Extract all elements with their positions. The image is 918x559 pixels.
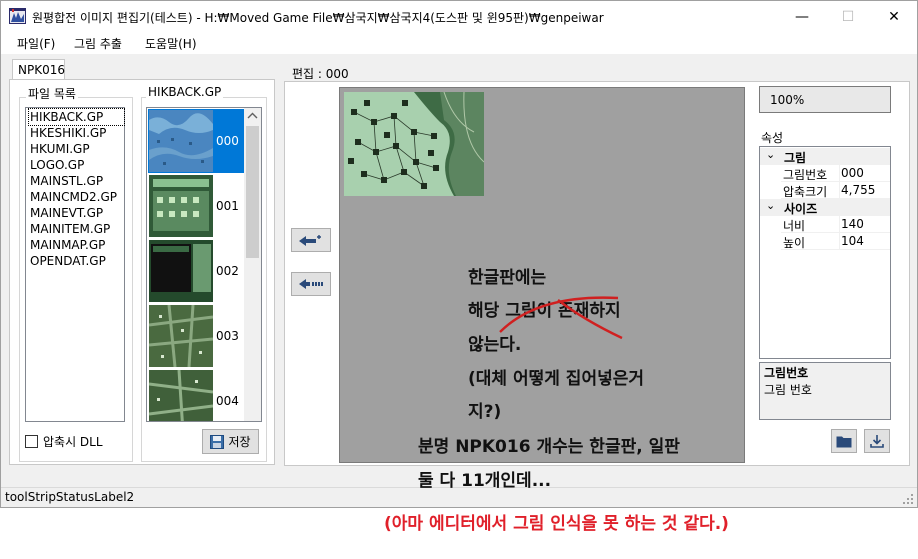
compress-dll-checkbox[interactable] — [25, 435, 38, 448]
thumbnail-scrollbar[interactable] — [244, 108, 261, 421]
list-item[interactable]: OPENDAT.GP — [29, 253, 124, 269]
list-item[interactable]: HKUMI.GP — [29, 141, 124, 157]
arrow-left-plus-icon — [299, 235, 321, 246]
property-row[interactable]: 그림번호 000 — [760, 165, 890, 182]
scroll-up-icon[interactable] — [247, 112, 258, 120]
thumbnail-item[interactable]: 001 — [148, 174, 245, 238]
menu-help[interactable]: 도움말(H) — [145, 35, 197, 52]
thumbnail-list[interactable]: 000 001 002 003 004 — [146, 107, 262, 422]
zoom-display[interactable]: 100% — [759, 86, 891, 113]
save-button[interactable]: 저장 — [202, 429, 259, 454]
property-divider — [839, 182, 840, 199]
annotation-line: 지?) — [468, 402, 502, 422]
property-divider — [839, 216, 840, 233]
property-value: 140 — [841, 217, 864, 231]
list-item[interactable]: MAINCMD2.GP — [29, 189, 124, 205]
thumbnail-group-label: HIKBACK.GP — [146, 85, 224, 99]
property-divider — [839, 233, 840, 250]
collapse-icon[interactable]: ⌄ — [766, 199, 775, 212]
annotation-note: (아마 에디터에서 그림 인식을 못 하는 것 같다.) — [384, 514, 729, 534]
maximize-button[interactable]: ☐ — [825, 1, 871, 32]
thumbnail-number: 001 — [216, 199, 239, 213]
thumbnail-item[interactable]: 004 — [148, 369, 245, 421]
download-icon — [870, 435, 884, 448]
thumbnail-item[interactable]: 002 — [148, 239, 245, 303]
property-grid[interactable]: ⌄ 그림 그림번호 000 압축크기 4,755 ⌄ 사이즈 너비 140 높이 — [759, 146, 891, 359]
property-row[interactable]: 압축크기 4,755 — [760, 182, 890, 199]
import-image-button[interactable] — [291, 228, 331, 252]
compress-dll-label: 압축시 DLL — [43, 435, 103, 449]
compress-dll-option[interactable]: 압축시 DLL — [25, 433, 103, 450]
title-bar[interactable]: 원평합전 이미지 편집기(테스트) - H:₩Moved Game File₩삼… — [1, 1, 917, 32]
collapse-icon[interactable]: ⌄ — [766, 148, 775, 161]
annotation-line: 분명 NPK016 개수는 한글판, 일판 — [418, 437, 680, 457]
resize-grip-icon[interactable] — [902, 493, 914, 505]
thumbnail-image — [149, 240, 213, 302]
thumbnail-item[interactable]: 000 — [148, 109, 245, 173]
close-button[interactable]: ✕ — [871, 1, 917, 32]
thumbnail-item[interactable]: 003 — [148, 304, 245, 368]
status-label: toolStripStatusLabel2 — [5, 490, 135, 504]
property-description: 그림번호 그림 번호 — [759, 362, 891, 420]
property-value: 000 — [841, 166, 864, 180]
thumbnail-image — [149, 175, 213, 237]
list-item[interactable]: MAINMAP.GP — [29, 237, 124, 253]
file-list-label: 파일 목록 — [26, 85, 78, 102]
thumbnail-number: 002 — [216, 264, 239, 278]
minimize-button[interactable]: — — [779, 1, 825, 32]
file-list[interactable]: HIKBACK.GP HKESHIKI.GP HKUMI.GP LOGO.GP … — [25, 107, 125, 422]
list-item[interactable]: LOGO.GP — [29, 157, 124, 173]
export-image-button[interactable] — [291, 272, 331, 296]
menu-file[interactable]: 파일(F) — [17, 35, 55, 52]
property-category-label: 그림 — [784, 151, 807, 165]
annotation-line: (대체 어떻게 집어넣은거 — [468, 369, 645, 389]
property-category-image[interactable]: ⌄ 그림 — [760, 148, 890, 165]
property-divider — [839, 165, 840, 182]
properties-label: 속성 — [761, 131, 784, 145]
description-text: 그림 번호 — [764, 383, 812, 397]
property-row[interactable]: 높이 104 — [760, 233, 890, 250]
property-value: 4,755 — [841, 183, 876, 197]
annotation-line: 한글판에는 — [468, 268, 547, 288]
property-value: 104 — [841, 234, 864, 248]
annotation-line: 않는다. — [468, 335, 522, 355]
list-item[interactable]: HIKBACK.GP — [28, 108, 125, 126]
menu-extract-image[interactable]: 그림 추출 — [74, 35, 122, 52]
thumbnail-number: 000 — [216, 134, 239, 148]
list-item[interactable]: MAINSTL.GP — [29, 173, 124, 189]
property-category-size[interactable]: ⌄ 사이즈 — [760, 199, 890, 216]
arrow-left-dots-icon — [299, 279, 323, 289]
thumbnail-image — [149, 305, 213, 367]
window-title: 원평합전 이미지 편집기(테스트) - H:₩Moved Game File₩삼… — [32, 11, 604, 25]
tab-npk016[interactable]: NPK016 — [12, 59, 65, 80]
list-item[interactable]: MAINITEM.GP — [29, 221, 124, 237]
property-category-label: 사이즈 — [784, 202, 818, 216]
open-folder-button[interactable] — [831, 429, 857, 453]
folder-icon — [836, 436, 852, 447]
download-button[interactable] — [864, 429, 890, 453]
app-flag-icon — [9, 8, 26, 24]
save-button-label: 저장 — [228, 435, 251, 449]
list-item[interactable]: HKESHIKI.GP — [29, 125, 124, 141]
thumbnail-number: 003 — [216, 329, 239, 343]
editor-label: 편집 : 000 — [292, 67, 349, 81]
annotation-line: 둘 다 11개인데... — [418, 471, 552, 491]
scrollbar-thumb[interactable] — [246, 126, 259, 258]
thumbnail-number: 004 — [216, 394, 239, 408]
property-separator — [781, 249, 890, 250]
description-title: 그림번호 — [764, 366, 809, 380]
list-item[interactable]: MAINEVT.GP — [29, 205, 124, 221]
property-row[interactable]: 너비 140 — [760, 216, 890, 233]
thumbnail-image — [149, 370, 213, 421]
map-image — [344, 92, 484, 196]
floppy-disk-icon — [210, 434, 225, 449]
menu-bar: 파일(F) 그림 추출 도움말(H) — [1, 32, 917, 54]
thumbnail-image — [149, 110, 213, 172]
